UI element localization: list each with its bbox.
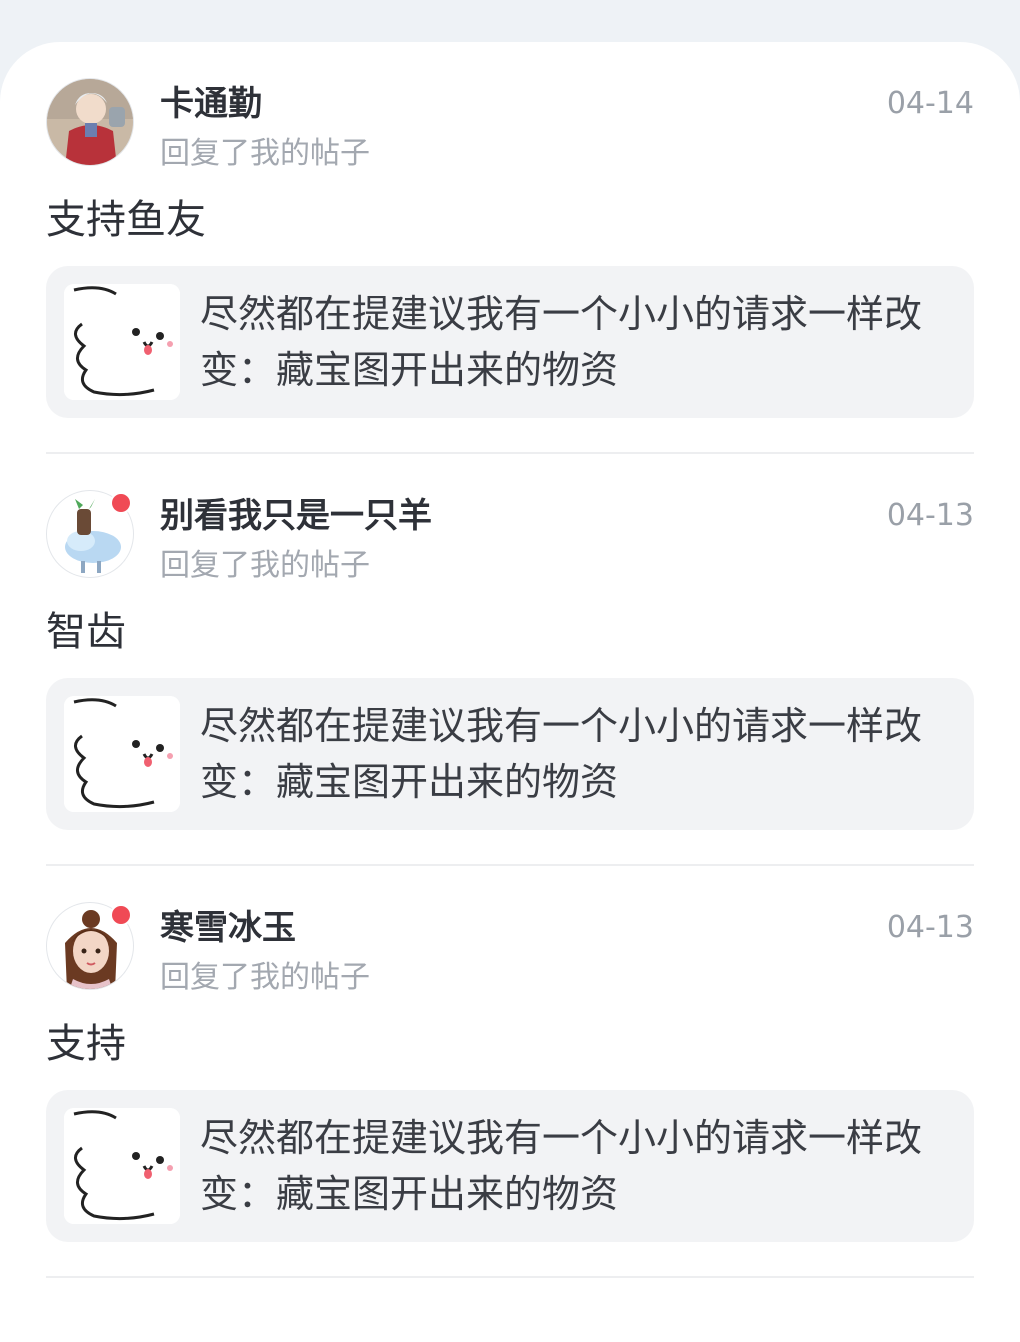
post-thumbnail — [64, 284, 180, 400]
user-name[interactable]: 寒雪冰玉 — [160, 906, 296, 950]
action-text: 回复了我的帖子 — [160, 548, 370, 583]
sticker-image — [64, 696, 180, 812]
sticker-image — [64, 284, 180, 400]
quoted-post[interactable]: 尽然都在提建议我有一个小小的请求一样改变：藏宝图开出来的物资 — [46, 678, 974, 830]
action-text: 回复了我的帖子 — [160, 136, 370, 171]
reply-text: 支持 — [46, 1021, 126, 1067]
reply-text: 支持鱼友 — [46, 197, 206, 243]
divider — [46, 1276, 974, 1278]
divider — [46, 864, 974, 866]
quoted-post-text: 尽然都在提建议我有一个小小的请求一样改变：藏宝图开出来的物资 — [200, 292, 923, 392]
unread-dot — [110, 904, 132, 926]
user-name[interactable]: 别看我只是一只羊 — [160, 494, 432, 538]
user-avatar[interactable] — [46, 78, 134, 166]
reply-text: 智齿 — [46, 609, 126, 655]
notification-item[interactable]: 卡通勤 04-14 回复了我的帖子 支持鱼友 尽然都在提建议我有一个小小的请求一… — [46, 78, 974, 418]
unread-dot — [110, 492, 132, 514]
notification-item[interactable]: 别看我只是一只羊 04-13 回复了我的帖子 智齿 尽然都在提建议我有一个小小的… — [46, 490, 974, 830]
action-text: 回复了我的帖子 — [160, 960, 370, 995]
sticker-image — [64, 1108, 180, 1224]
post-thumbnail — [64, 696, 180, 812]
user-name[interactable]: 卡通勤 — [160, 82, 262, 126]
quoted-post-text: 尽然都在提建议我有一个小小的请求一样改变：藏宝图开出来的物资 — [200, 704, 923, 804]
notification-date: 04-13 — [886, 498, 974, 533]
quoted-post-text: 尽然都在提建议我有一个小小的请求一样改变：藏宝图开出来的物资 — [200, 1116, 923, 1216]
divider — [46, 452, 974, 454]
post-thumbnail — [64, 1108, 180, 1224]
notification-date: 04-14 — [886, 86, 974, 121]
avatar-image — [47, 79, 133, 165]
quoted-post[interactable]: 尽然都在提建议我有一个小小的请求一样改变：藏宝图开出来的物资 — [46, 266, 974, 418]
notification-item[interactable]: 寒雪冰玉 04-13 回复了我的帖子 支持 尽然都在提建议我有一个小小的请求一样… — [46, 902, 974, 1242]
quoted-post[interactable]: 尽然都在提建议我有一个小小的请求一样改变：藏宝图开出来的物资 — [46, 1090, 974, 1242]
notification-date: 04-13 — [886, 910, 974, 945]
